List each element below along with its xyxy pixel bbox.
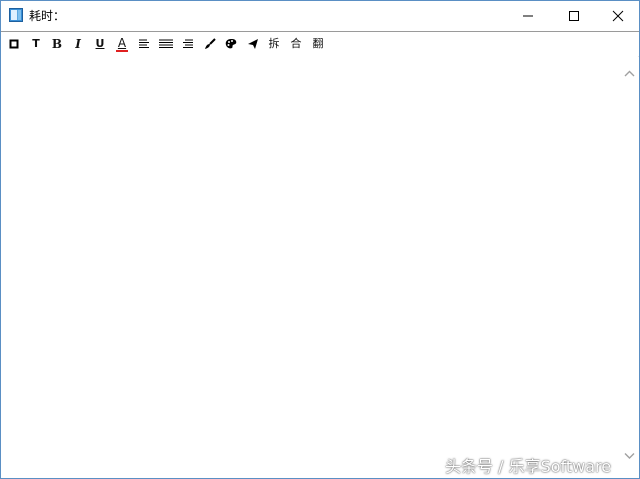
vertical-scrollbar[interactable] [621, 56, 638, 476]
maximize-icon [569, 11, 579, 21]
paint-palette-button[interactable] [222, 35, 240, 53]
font-color-icon: A [117, 35, 127, 50]
translate-label: 翻 [312, 37, 324, 50]
split-label: 拆 [268, 37, 280, 50]
notepad-icon [9, 8, 23, 22]
align-left-icon [139, 39, 149, 48]
split-button[interactable]: 拆 [265, 35, 283, 53]
maximize-button[interactable] [551, 1, 597, 31]
align-justify-icon [159, 39, 173, 48]
app-window: 耗时： T B I U A 拆 合 翻 头条号 / 乐享Software [0, 0, 640, 479]
border-box-button[interactable] [5, 35, 23, 53]
border-box-icon [9, 39, 19, 49]
font-color-swatch [116, 49, 128, 52]
merge-label: 合 [290, 37, 302, 50]
text-t-icon: T [32, 37, 40, 50]
brush-icon [205, 38, 216, 49]
window-title: 耗时： [29, 9, 66, 23]
send-icon [248, 39, 258, 49]
close-button[interactable] [595, 1, 639, 31]
align-left-button[interactable] [135, 35, 153, 53]
text-style-button[interactable]: T [27, 35, 45, 53]
paint-palette-icon [225, 39, 236, 49]
font-color-button[interactable]: A [113, 35, 131, 53]
send-button[interactable] [244, 35, 262, 53]
scroll-up-icon[interactable] [624, 69, 635, 80]
text-editor-area[interactable] [1, 56, 621, 476]
underline-icon: U [95, 37, 105, 50]
merge-button[interactable]: 合 [287, 35, 305, 53]
underline-button[interactable]: U [91, 35, 109, 53]
bold-button[interactable]: B [48, 35, 66, 53]
align-justify-button[interactable] [157, 35, 175, 53]
italic-icon: I [75, 37, 81, 51]
bold-icon: B [51, 37, 63, 51]
watermark-text: 头条号 / 乐享Software [445, 457, 612, 476]
align-right-icon [183, 39, 193, 48]
minimize-icon [523, 15, 533, 17]
scroll-down-icon[interactable] [624, 450, 635, 461]
format-toolbar: T B I U A 拆 合 翻 [1, 31, 639, 57]
minimize-button[interactable] [505, 1, 551, 31]
brush-button[interactable] [201, 35, 219, 53]
italic-button[interactable]: I [69, 35, 87, 53]
title-bar[interactable]: 耗时： [1, 1, 639, 31]
translate-button[interactable]: 翻 [309, 35, 327, 53]
align-right-button[interactable] [179, 35, 197, 53]
close-icon [612, 10, 624, 22]
